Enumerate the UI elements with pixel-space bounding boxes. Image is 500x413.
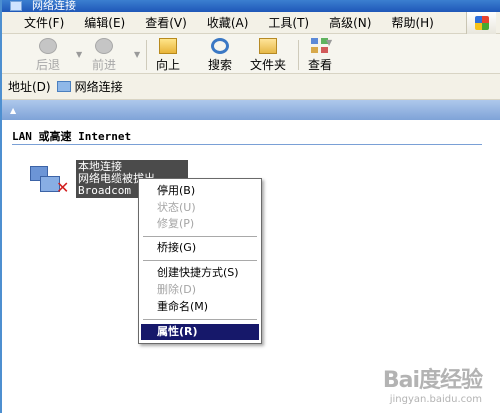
menu-separator xyxy=(143,319,257,320)
menu-item-status: 状态(U) xyxy=(157,201,196,214)
toolbar: 后退 ▼ 前进 ▼ 向上 搜索 文件夹 查看 ▼ xyxy=(2,34,500,74)
menu-item-rename[interactable]: 重命名(M) xyxy=(141,299,259,315)
views-label: 查看 xyxy=(308,58,333,72)
toolbar-separator xyxy=(146,40,147,70)
menu-help[interactable]: 帮助(H) xyxy=(391,14,433,31)
window-icon xyxy=(10,1,22,11)
menu-separator xyxy=(143,260,257,261)
menu-file[interactable]: 文件(F) xyxy=(24,14,64,31)
menu-tools[interactable]: 工具(T) xyxy=(268,14,309,31)
group-divider xyxy=(12,144,482,145)
menu-separator xyxy=(143,236,257,237)
search-button[interactable]: 搜索 xyxy=(208,38,232,73)
menu-favorites[interactable]: 收藏(A) xyxy=(207,14,249,31)
up-folder-icon xyxy=(159,38,177,54)
explorer-window: 网络连接 文件(F) 编辑(E) 查看(V) 收藏(A) 工具(T) 高级(N)… xyxy=(0,0,500,413)
search-label: 搜索 xyxy=(208,58,233,72)
address-bar: 地址(D) 网络连接 xyxy=(2,74,500,100)
watermark-logo: Bai度经验 xyxy=(382,368,483,393)
back-button[interactable]: 后退 xyxy=(36,38,60,73)
window-title: 网络连接 xyxy=(32,0,76,12)
forward-label: 前进 xyxy=(92,58,117,72)
watermark: Bai度经验 jingyan.baidu.com xyxy=(382,362,483,405)
menu-view[interactable]: 查看(V) xyxy=(145,14,187,31)
folders-button[interactable]: 文件夹 xyxy=(250,38,286,73)
menu-item-create-shortcut[interactable]: 创建快捷方式(S) xyxy=(141,265,259,281)
up-label: 向上 xyxy=(156,58,181,72)
forward-arrow-icon xyxy=(95,38,113,54)
menu-item-disable[interactable]: 停用(B) xyxy=(141,183,259,199)
menu-advanced[interactable]: 高级(N) xyxy=(329,14,371,31)
folders-icon xyxy=(259,38,277,54)
views-dropdown-icon[interactable]: ▼ xyxy=(326,38,332,47)
search-icon xyxy=(211,38,229,54)
up-button[interactable]: 向上 xyxy=(156,38,180,73)
network-folder-icon xyxy=(56,81,71,92)
menu-edit[interactable]: 编辑(E) xyxy=(84,14,125,31)
menu-item-properties[interactable]: 属性(R) xyxy=(141,324,259,340)
network-connection-icon[interactable]: ✕ xyxy=(30,164,70,198)
forward-dropdown-icon[interactable]: ▼ xyxy=(134,50,140,59)
windows-logo-icon xyxy=(466,12,496,34)
disconnected-x-icon: ✕ xyxy=(56,178,70,197)
watermark-url: jingyan.baidu.com xyxy=(389,394,482,405)
menu-item-repair: 修复(P) xyxy=(157,217,195,230)
menu-item-delete: 删除(D) xyxy=(157,283,197,296)
group-title: LAN 或高速 Internet xyxy=(12,130,132,143)
back-arrow-icon xyxy=(39,38,57,54)
folders-label: 文件夹 xyxy=(250,58,287,72)
menu-item-bridge[interactable]: 桥接(G) xyxy=(141,240,259,256)
address-field[interactable]: 网络连接 xyxy=(75,78,123,95)
context-menu: 停用(B) 状态(U) 修复(P) 桥接(G) 创建快捷方式(S) 删除(D) … xyxy=(138,178,262,344)
title-bar[interactable]: 网络连接 xyxy=(2,0,500,12)
toolbar-separator xyxy=(298,40,299,70)
collapse-chevron-icon[interactable]: ▲ xyxy=(10,106,16,115)
back-dropdown-icon[interactable]: ▼ xyxy=(76,50,82,59)
back-label: 后退 xyxy=(36,58,61,72)
address-label: 地址(D) xyxy=(8,80,51,94)
forward-button[interactable]: 前进 xyxy=(92,38,116,73)
menu-bar: 文件(F) 编辑(E) 查看(V) 收藏(A) 工具(T) 高级(N) 帮助(H… xyxy=(2,12,500,34)
task-pane-header: ▲ xyxy=(2,100,500,120)
